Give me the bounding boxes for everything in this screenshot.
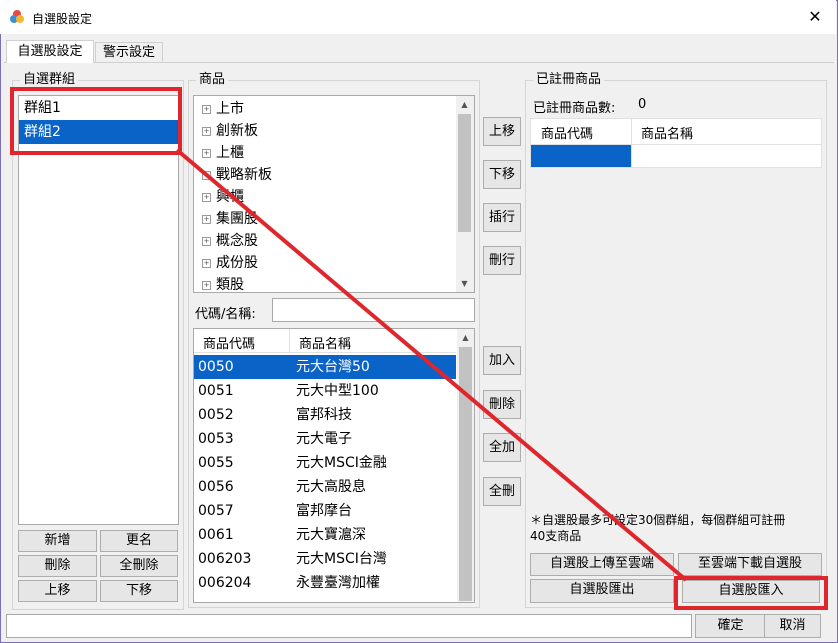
annotation-arrow-line <box>175 148 688 582</box>
